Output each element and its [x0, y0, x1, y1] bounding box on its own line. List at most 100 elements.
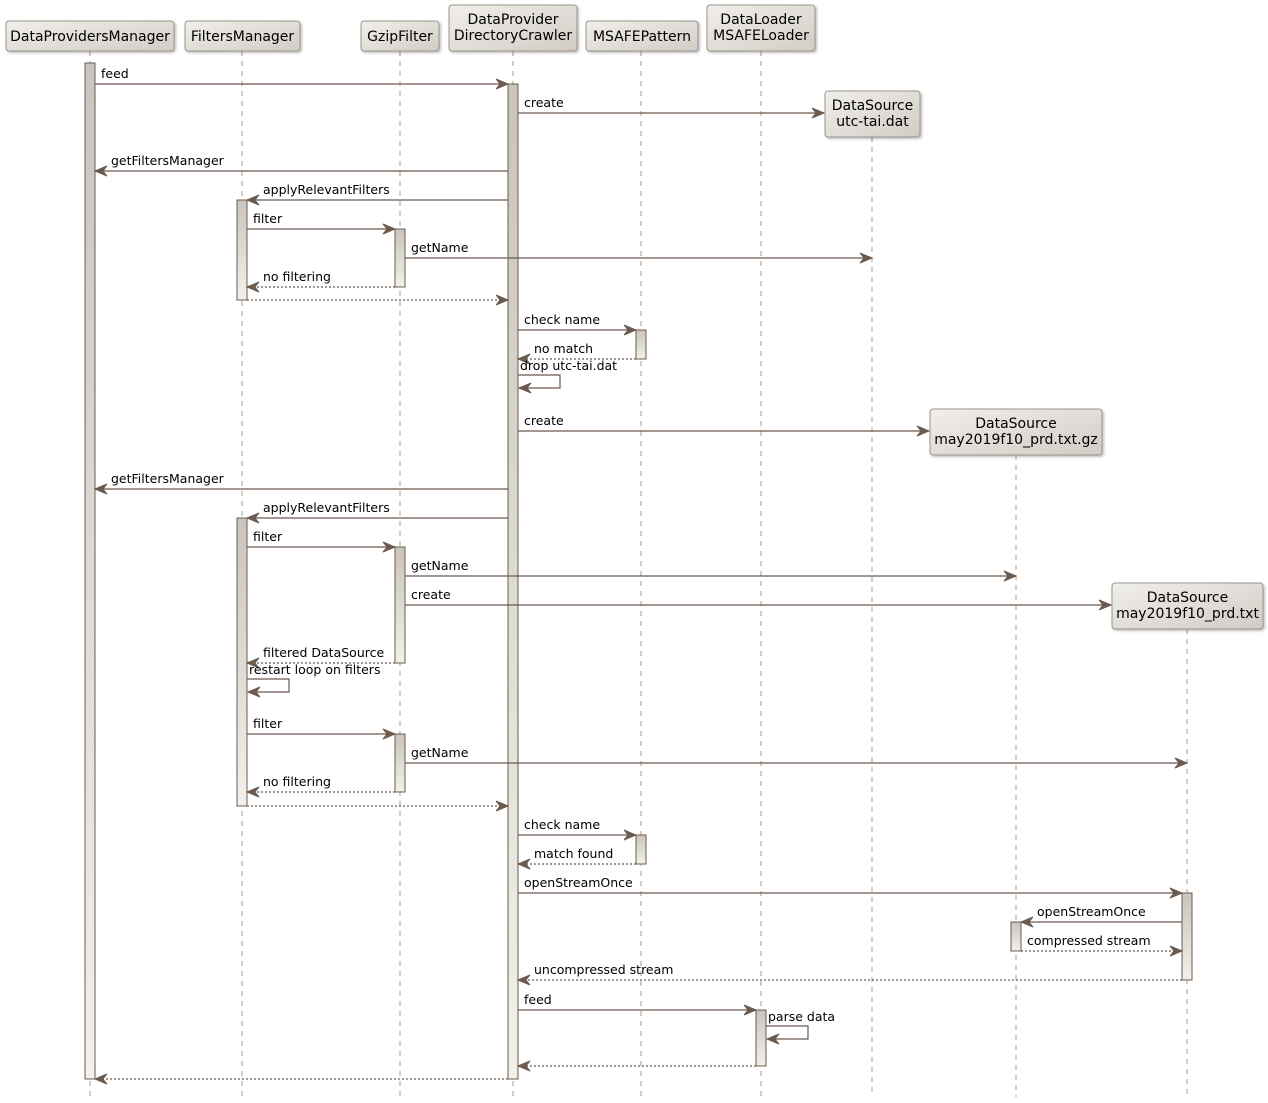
activation-bar-fm	[236, 199, 248, 301]
activation-bar-ldr	[755, 1009, 767, 1067]
message-label: create	[524, 95, 564, 110]
participant-ds3: DataSourcemay2019f10_prd.txt	[1111, 582, 1264, 630]
participant-ds2: DataSourcemay2019f10_prd.txt.gz	[929, 408, 1103, 456]
message-getname: getName	[405, 240, 874, 264]
message-return	[247, 294, 510, 306]
participant-fm: FiltersManager	[184, 20, 301, 52]
message-no-filtering: no filtering	[245, 774, 395, 798]
participant-label: DataSource	[975, 416, 1057, 432]
arrowhead	[516, 1060, 531, 1072]
arrowhead	[516, 858, 531, 870]
activation-bar-gzip	[394, 546, 406, 664]
participant-label: utc-tai.dat	[836, 114, 909, 130]
message-getname: getName	[405, 745, 1189, 769]
message-uncompressed-stream: uncompressed stream	[516, 962, 1182, 986]
participant-label: DataLoader	[720, 12, 802, 28]
message-label: no filtering	[263, 774, 331, 789]
activation-bar-dpm	[84, 62, 96, 1080]
activation-bar-dc	[507, 83, 519, 1080]
message-parse-data: parse data	[765, 1009, 835, 1045]
message-feed: feed	[95, 66, 510, 90]
participant-label: DataSource	[832, 98, 914, 114]
activation-bar-pat	[635, 834, 647, 865]
message-label: match found	[534, 846, 613, 861]
arrowhead	[1169, 945, 1184, 957]
message-label: feed	[524, 992, 552, 1007]
participant-label: MSAFEPattern	[593, 29, 691, 45]
participant-label: DataSource	[1147, 590, 1229, 606]
participant-label: DataProvidersManager	[10, 29, 170, 45]
message-feed: feed	[518, 992, 758, 1016]
participant-label: may2019f10_prd.txt.gz	[934, 432, 1098, 448]
participant-ds1: DataSourceutc-tai.dat	[824, 90, 921, 138]
message-check-name: check name	[518, 817, 638, 841]
participant-label: DirectoryCrawler	[454, 28, 573, 44]
sequence-diagram: feed create getFiltersManager applyRelevant…	[5, 4, 1264, 1097]
message-label: parse data	[768, 1009, 835, 1024]
message-label: getFiltersManager	[111, 153, 225, 168]
message-label: feed	[101, 66, 129, 81]
message-label: filter	[253, 211, 283, 226]
message-restart-loop-on-filters: restart loop on filters	[246, 662, 380, 698]
activation-bar-ds2	[1010, 921, 1022, 952]
activation-bar-gzip	[394, 228, 406, 288]
message-getfiltersmanager: getFiltersManager	[93, 471, 508, 495]
message-label: applyRelevantFilters	[263, 500, 390, 515]
message-filter: filter	[247, 716, 397, 740]
participant-ldr: DataLoaderMSAFELoader	[706, 4, 816, 52]
message-create: create	[518, 413, 931, 437]
message-label: compressed stream	[1027, 933, 1151, 948]
message-openstreamonce: openStreamOnce	[1019, 904, 1182, 928]
message-label: filter	[253, 529, 283, 544]
participant-label: GzipFilter	[367, 29, 433, 45]
message-match-found: match found	[516, 846, 636, 870]
message-label: getName	[411, 745, 469, 760]
message-return	[93, 1073, 508, 1085]
arrowhead	[495, 294, 510, 306]
message-label: check name	[524, 817, 600, 832]
message-label: openStreamOnce	[524, 875, 633, 890]
activation-bar-pat	[635, 329, 647, 360]
message-openstreamonce: openStreamOnce	[518, 875, 1184, 899]
message-label: openStreamOnce	[1037, 904, 1146, 919]
message-label: getName	[411, 558, 469, 573]
message-label: restart loop on filters	[249, 662, 380, 677]
message-label: getFiltersManager	[111, 471, 225, 486]
arrowhead	[93, 1073, 108, 1085]
message-no-filtering: no filtering	[245, 269, 395, 293]
activation-bar-gzip	[394, 733, 406, 793]
message-return	[516, 1060, 756, 1072]
message-label: filtered DataSource	[263, 645, 384, 660]
activation-bar-ds3	[1181, 892, 1193, 981]
message-label: check name	[524, 312, 600, 327]
participant-label: DataProvider	[467, 12, 558, 28]
message-drop-utc-tai-dat: drop utc-tai.dat	[517, 358, 617, 394]
participant-dpm: DataProvidersManager	[5, 20, 175, 52]
message-check-name: check name	[518, 312, 638, 336]
message-label: create	[411, 587, 451, 602]
message-label: no filtering	[263, 269, 331, 284]
arrowhead	[495, 800, 510, 812]
message-label: no match	[534, 341, 593, 356]
participant-label: MSAFELoader	[713, 28, 809, 44]
message-compressed-stream: compressed stream	[1021, 933, 1184, 957]
message-return	[247, 800, 510, 812]
participant-gzip: GzipFilter	[360, 20, 440, 52]
message-label: create	[524, 413, 564, 428]
message-label: drop utc-tai.dat	[520, 358, 617, 373]
message-label: uncompressed stream	[534, 962, 673, 977]
message-label: getName	[411, 240, 469, 255]
participant-label: FiltersManager	[191, 29, 295, 45]
participant-pat: MSAFEPattern	[585, 20, 699, 52]
message-getfiltersmanager: getFiltersManager	[93, 153, 508, 177]
message-label: applyRelevantFilters	[263, 182, 390, 197]
activation-bar-fm	[236, 517, 248, 807]
message-filter: filter	[247, 529, 397, 553]
message-applyrelevantfilters: applyRelevantFilters	[245, 182, 508, 206]
message-filter: filter	[247, 211, 397, 235]
participant-dc: DataProviderDirectoryCrawler	[448, 4, 578, 52]
message-create: create	[518, 95, 826, 119]
message-label: filter	[253, 716, 283, 731]
participant-label: may2019f10_prd.txt	[1116, 606, 1259, 622]
message-getname: getName	[405, 558, 1018, 582]
